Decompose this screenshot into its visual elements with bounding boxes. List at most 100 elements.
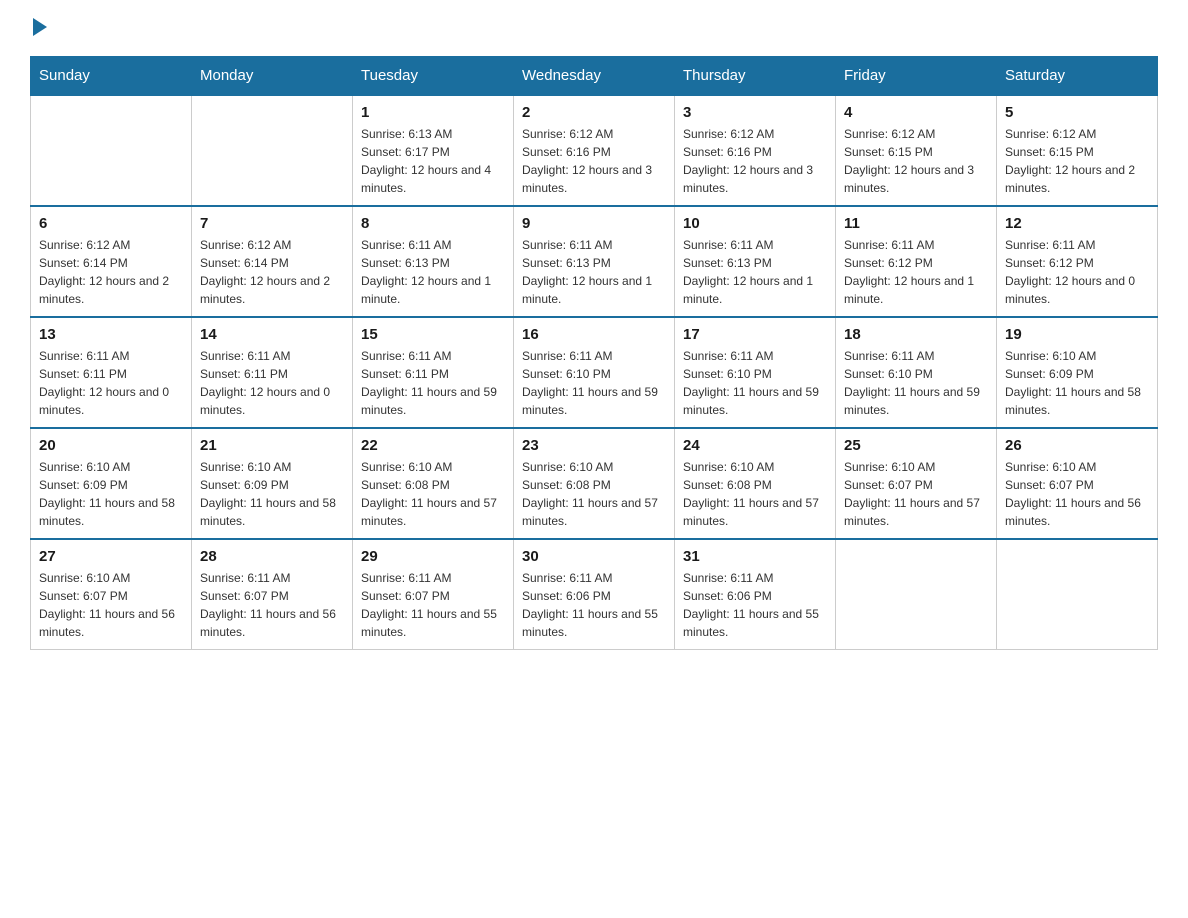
day-info: Sunrise: 6:10 AMSunset: 6:09 PMDaylight:… bbox=[1005, 347, 1149, 419]
calendar-cell: 9Sunrise: 6:11 AMSunset: 6:13 PMDaylight… bbox=[514, 206, 675, 317]
calendar-cell: 5Sunrise: 6:12 AMSunset: 6:15 PMDaylight… bbox=[997, 95, 1158, 206]
day-number: 25 bbox=[844, 437, 988, 454]
day-info: Sunrise: 6:11 AMSunset: 6:10 PMDaylight:… bbox=[522, 347, 666, 419]
day-number: 18 bbox=[844, 326, 988, 343]
day-info: Sunrise: 6:10 AMSunset: 6:07 PMDaylight:… bbox=[1005, 458, 1149, 530]
day-info: Sunrise: 6:12 AMSunset: 6:14 PMDaylight:… bbox=[200, 236, 344, 308]
day-info: Sunrise: 6:11 AMSunset: 6:11 PMDaylight:… bbox=[39, 347, 183, 419]
day-number: 1 bbox=[361, 104, 505, 121]
day-info: Sunrise: 6:11 AMSunset: 6:07 PMDaylight:… bbox=[200, 569, 344, 641]
day-header-friday: Friday bbox=[836, 57, 997, 96]
day-number: 27 bbox=[39, 548, 183, 565]
calendar-cell: 31 Sunrise: 6:11 AMSunset: 6:06 PMDayligh… bbox=[675, 539, 836, 650]
day-number: 17 bbox=[683, 326, 827, 343]
day-header-monday: Monday bbox=[192, 57, 353, 96]
day-info: Sunrise: 6:11 AMSunset: 6:07 PMDaylight:… bbox=[361, 569, 505, 641]
day-number: 29 bbox=[361, 548, 505, 565]
logo-arrow-icon bbox=[33, 18, 47, 36]
calendar-cell: 24 Sunrise: 6:10 AMSunset: 6:08 PMDayligh… bbox=[675, 428, 836, 539]
day-number: 14 bbox=[200, 326, 344, 343]
day-info: Sunrise: 6:11 AMSunset: 6:06 PMDaylight:… bbox=[683, 569, 827, 641]
calendar-cell: 29 Sunrise: 6:11 AMSunset: 6:07 PMDayligh… bbox=[353, 539, 514, 650]
day-number: 2 bbox=[522, 104, 666, 121]
calendar-cell: 21 Sunrise: 6:10 AMSunset: 6:09 PMDayligh… bbox=[192, 428, 353, 539]
day-header-thursday: Thursday bbox=[675, 57, 836, 96]
calendar-cell: 22 Sunrise: 6:10 AMSunset: 6:08 PMDayligh… bbox=[353, 428, 514, 539]
calendar-cell: 19 Sunrise: 6:10 AMSunset: 6:09 PMDayligh… bbox=[997, 317, 1158, 428]
day-number: 4 bbox=[844, 104, 988, 121]
day-number: 28 bbox=[200, 548, 344, 565]
calendar-cell: 8 Sunrise: 6:11 AMSunset: 6:13 PMDaylight… bbox=[353, 206, 514, 317]
calendar-week-row: 13 Sunrise: 6:11 AMSunset: 6:11 PMDayligh… bbox=[31, 317, 1158, 428]
day-info: Sunrise: 6:11 AMSunset: 6:11 PMDaylight:… bbox=[361, 347, 505, 419]
day-info: Sunrise: 6:10 AMSunset: 6:08 PMDaylight:… bbox=[522, 458, 666, 530]
day-number: 13 bbox=[39, 326, 183, 343]
calendar-cell: 12 Sunrise: 6:11 AMSunset: 6:12 PMDayligh… bbox=[997, 206, 1158, 317]
day-info: Sunrise: 6:12 AMSunset: 6:14 PMDaylight:… bbox=[39, 236, 183, 308]
day-info: Sunrise: 6:11 AMSunset: 6:12 PMDaylight:… bbox=[844, 236, 988, 308]
day-number: 7 bbox=[200, 215, 344, 232]
calendar-cell: 18 Sunrise: 6:11 AMSunset: 6:10 PMDayligh… bbox=[836, 317, 997, 428]
calendar-cell: 27Sunrise: 6:10 AMSunset: 6:07 PMDayligh… bbox=[31, 539, 192, 650]
day-number: 24 bbox=[683, 437, 827, 454]
calendar-cell: 30 Sunrise: 6:11 AMSunset: 6:06 PMDayligh… bbox=[514, 539, 675, 650]
calendar-cell: 3Sunrise: 6:12 AMSunset: 6:16 PMDaylight… bbox=[675, 95, 836, 206]
day-info: Sunrise: 6:10 AMSunset: 6:07 PMDaylight:… bbox=[844, 458, 988, 530]
day-info: Sunrise: 6:12 AMSunset: 6:15 PMDaylight:… bbox=[844, 125, 988, 197]
day-header-row: SundayMondayTuesdayWednesdayThursdayFrid… bbox=[31, 57, 1158, 96]
day-info: Sunrise: 6:10 AMSunset: 6:09 PMDaylight:… bbox=[39, 458, 183, 530]
day-info: Sunrise: 6:11 AMSunset: 6:12 PMDaylight:… bbox=[1005, 236, 1149, 308]
day-number: 22 bbox=[361, 437, 505, 454]
calendar-cell: 17Sunrise: 6:11 AMSunset: 6:10 PMDayligh… bbox=[675, 317, 836, 428]
day-number: 12 bbox=[1005, 215, 1149, 232]
calendar-cell: 13 Sunrise: 6:11 AMSunset: 6:11 PMDayligh… bbox=[31, 317, 192, 428]
day-info: Sunrise: 6:11 AMSunset: 6:06 PMDaylight:… bbox=[522, 569, 666, 641]
calendar-cell: 2 Sunrise: 6:12 AMSunset: 6:16 PMDaylight… bbox=[514, 95, 675, 206]
logo bbox=[30, 20, 47, 36]
day-number: 31 bbox=[683, 548, 827, 565]
day-number: 8 bbox=[361, 215, 505, 232]
calendar-body: 1 Sunrise: 6:13 AMSunset: 6:17 PMDaylight… bbox=[31, 95, 1158, 650]
day-info: Sunrise: 6:10 AMSunset: 6:09 PMDaylight:… bbox=[200, 458, 344, 530]
calendar-cell: 4 Sunrise: 6:12 AMSunset: 6:15 PMDaylight… bbox=[836, 95, 997, 206]
day-header-tuesday: Tuesday bbox=[353, 57, 514, 96]
day-number: 11 bbox=[844, 215, 988, 232]
day-info: Sunrise: 6:12 AMSunset: 6:16 PMDaylight:… bbox=[683, 125, 827, 197]
day-number: 23 bbox=[522, 437, 666, 454]
day-number: 6 bbox=[39, 215, 183, 232]
day-header-sunday: Sunday bbox=[31, 57, 192, 96]
day-number: 15 bbox=[361, 326, 505, 343]
day-info: Sunrise: 6:13 AMSunset: 6:17 PMDaylight:… bbox=[361, 125, 505, 197]
calendar-week-row: 27Sunrise: 6:10 AMSunset: 6:07 PMDayligh… bbox=[31, 539, 1158, 650]
day-number: 16 bbox=[522, 326, 666, 343]
day-number: 26 bbox=[1005, 437, 1149, 454]
calendar-header: SundayMondayTuesdayWednesdayThursdayFrid… bbox=[31, 57, 1158, 96]
day-header-wednesday: Wednesday bbox=[514, 57, 675, 96]
day-info: Sunrise: 6:11 AMSunset: 6:10 PMDaylight:… bbox=[844, 347, 988, 419]
page-header bbox=[30, 20, 1158, 36]
calendar-cell: 16 Sunrise: 6:11 AMSunset: 6:10 PMDayligh… bbox=[514, 317, 675, 428]
calendar-cell: 20Sunrise: 6:10 AMSunset: 6:09 PMDayligh… bbox=[31, 428, 192, 539]
calendar-cell bbox=[836, 539, 997, 650]
calendar-cell bbox=[192, 95, 353, 206]
day-info: Sunrise: 6:11 AMSunset: 6:13 PMDaylight:… bbox=[361, 236, 505, 308]
day-info: Sunrise: 6:10 AMSunset: 6:08 PMDaylight:… bbox=[683, 458, 827, 530]
calendar-cell: 15 Sunrise: 6:11 AMSunset: 6:11 PMDayligh… bbox=[353, 317, 514, 428]
calendar-table: SundayMondayTuesdayWednesdayThursdayFrid… bbox=[30, 56, 1158, 650]
day-number: 30 bbox=[522, 548, 666, 565]
day-number: 19 bbox=[1005, 326, 1149, 343]
day-header-saturday: Saturday bbox=[997, 57, 1158, 96]
calendar-week-row: 6 Sunrise: 6:12 AMSunset: 6:14 PMDaylight… bbox=[31, 206, 1158, 317]
calendar-cell: 10Sunrise: 6:11 AMSunset: 6:13 PMDayligh… bbox=[675, 206, 836, 317]
calendar-cell: 6 Sunrise: 6:12 AMSunset: 6:14 PMDaylight… bbox=[31, 206, 192, 317]
day-info: Sunrise: 6:11 AMSunset: 6:11 PMDaylight:… bbox=[200, 347, 344, 419]
day-number: 21 bbox=[200, 437, 344, 454]
calendar-week-row: 20Sunrise: 6:10 AMSunset: 6:09 PMDayligh… bbox=[31, 428, 1158, 539]
calendar-cell: 11 Sunrise: 6:11 AMSunset: 6:12 PMDayligh… bbox=[836, 206, 997, 317]
calendar-cell: 7 Sunrise: 6:12 AMSunset: 6:14 PMDaylight… bbox=[192, 206, 353, 317]
day-info: Sunrise: 6:12 AMSunset: 6:16 PMDaylight:… bbox=[522, 125, 666, 197]
calendar-cell bbox=[997, 539, 1158, 650]
day-info: Sunrise: 6:12 AMSunset: 6:15 PMDaylight:… bbox=[1005, 125, 1149, 197]
calendar-cell bbox=[31, 95, 192, 206]
day-info: Sunrise: 6:10 AMSunset: 6:08 PMDaylight:… bbox=[361, 458, 505, 530]
